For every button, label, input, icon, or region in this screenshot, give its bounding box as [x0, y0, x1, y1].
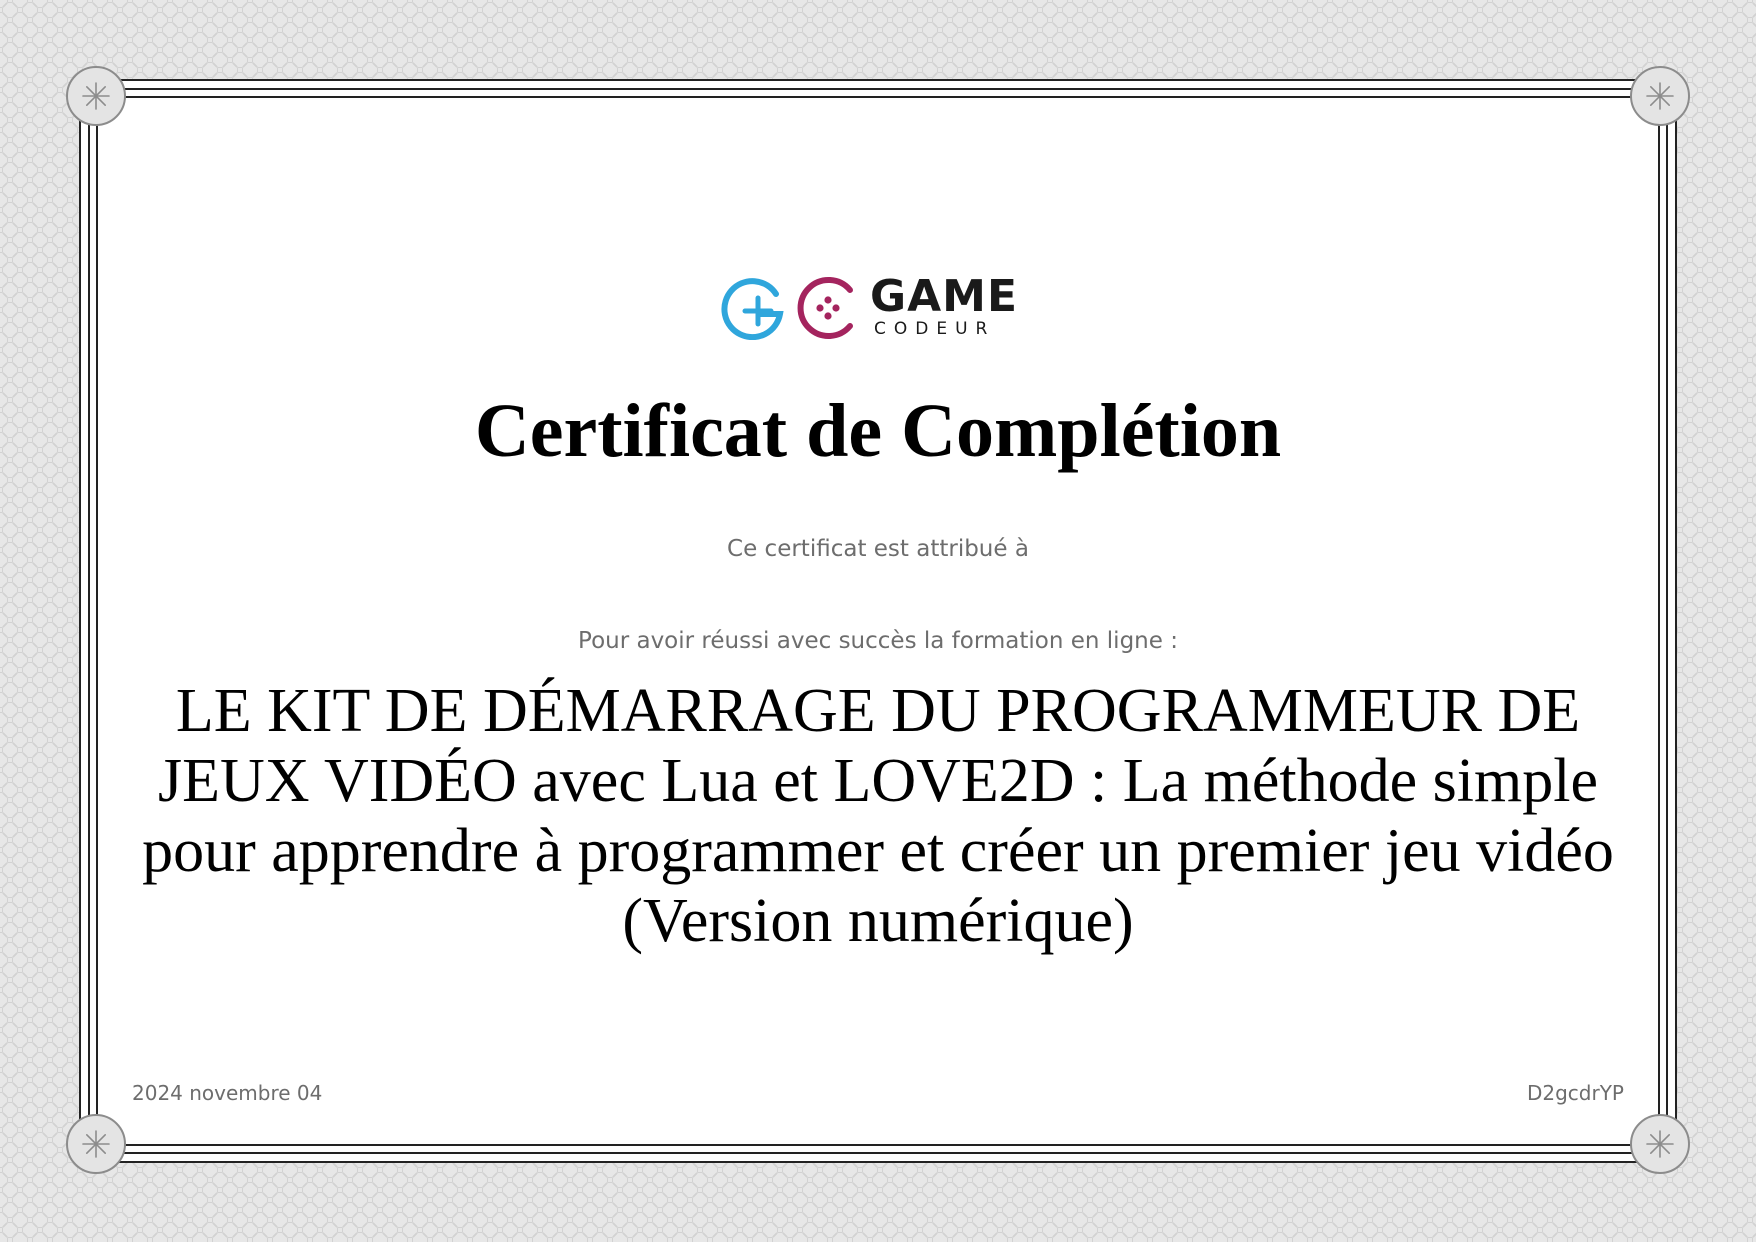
corner-ornament-bottom-left [66, 1114, 126, 1174]
corner-ornament-bottom-right [1630, 1114, 1690, 1174]
reason-label: Pour avoir réussi avec succès la formati… [578, 628, 1178, 654]
certificate-title: Certificat de Complétion [474, 389, 1282, 473]
logo-wordmark: GAME CODEUR [870, 270, 1019, 339]
issue-date: 2024 novembre 04 [132, 1081, 323, 1105]
asterisk-icon [82, 82, 110, 110]
asterisk-icon [1646, 1130, 1674, 1158]
awarded-to-label: Ce certificat est attribué à [727, 536, 1029, 562]
certificate-code: D2gcdrYP [1526, 1081, 1624, 1105]
asterisk-icon [1646, 82, 1674, 110]
asterisk-icon [82, 1130, 110, 1158]
gamecodeur-logo-mark [721, 277, 853, 340]
corner-ornament-top-right [1630, 66, 1690, 126]
corner-ornament-top-left [66, 66, 126, 126]
middle-border [88, 88, 1668, 1154]
gamecodeur-logo: GAME CODEUR [718, 272, 1038, 340]
logo-wordmark-sub: CODEUR [874, 318, 996, 339]
certificate-page: { "logo": { "name_main": "GAME", "name_s… [0, 0, 1756, 1242]
course-title: LE KIT DE DÉMARRAGE DU PROGRAMMEUR DE JE… [142, 677, 1614, 955]
inner-border [96, 96, 1660, 1146]
outer-border [79, 79, 1677, 1163]
certificate-sheet [79, 79, 1677, 1163]
logo-wordmark-main: GAME [870, 270, 1019, 322]
